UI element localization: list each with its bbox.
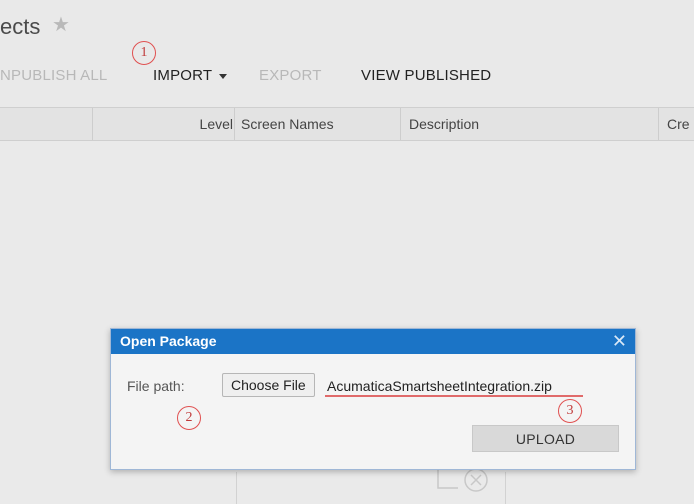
column-label-screen-names: Screen Names (241, 116, 334, 132)
grid-header: Level Screen Names Description Cre (0, 107, 694, 141)
annotation-marker-3: 3 (558, 399, 582, 423)
page-title: ects (0, 14, 41, 39)
column-header-level[interactable]: Level (92, 108, 235, 140)
dialog-titlebar[interactable]: Open Package ✕ (111, 329, 635, 354)
unpublish-all-button[interactable]: NPUBLISH ALL (0, 67, 107, 84)
annotation-marker-2: 2 (177, 406, 201, 430)
column-header-screen-names[interactable]: Screen Names (234, 108, 401, 140)
annotation-marker-1: 1 (132, 41, 156, 65)
import-button-label: IMPORT (153, 67, 213, 84)
selected-file-name: AcumaticaSmartsheetIntegration.zip (327, 378, 552, 394)
open-package-dialog: Open Package ✕ File path: Choose File Ac… (110, 328, 636, 470)
view-published-button[interactable]: VIEW PUBLISHED (361, 67, 491, 84)
export-button[interactable]: EXPORT (259, 67, 322, 84)
import-button[interactable]: IMPORT (153, 67, 228, 84)
choose-file-button[interactable]: Choose File (222, 373, 315, 397)
dialog-title: Open Package (120, 333, 217, 349)
star-icon[interactable]: ★ (52, 14, 70, 36)
column-label-level: Level (199, 116, 233, 132)
file-name-underline (325, 395, 583, 397)
column-header-created[interactable]: Cre (658, 108, 694, 140)
upload-button[interactable]: UPLOAD (472, 425, 619, 452)
empty-box-icon (437, 468, 488, 492)
file-path-label: File path: (127, 378, 185, 394)
chevron-down-icon (219, 73, 228, 79)
toolbar: NPUBLISH ALL IMPORT EXPORT VIEW PUBLISHE… (0, 67, 694, 87)
column-header-description[interactable]: Description (400, 108, 659, 140)
column-label-description: Description (409, 116, 480, 132)
close-icon[interactable]: ✕ (612, 332, 627, 350)
column-label-created: Cre (667, 116, 690, 132)
